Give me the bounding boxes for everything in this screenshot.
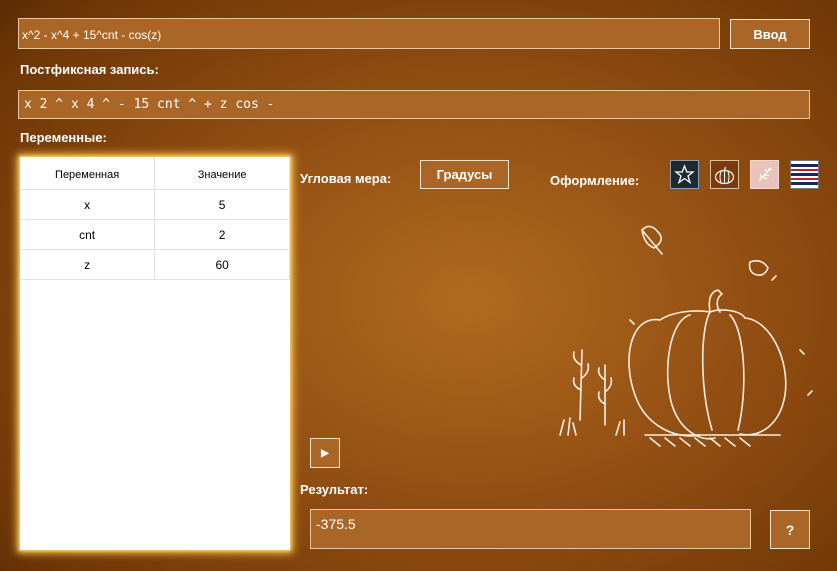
variables-label: Переменные:: [20, 130, 107, 145]
variable-name-cell[interactable]: cnt: [20, 219, 156, 250]
postfix-field: x 2 ^ x 4 ^ - 15 cnt ^ + z cos -: [18, 90, 810, 119]
pumpkin-illustration: [559, 225, 813, 447]
play-button[interactable]: ▶: [310, 438, 340, 468]
variable-value-cell[interactable]: 60: [154, 249, 290, 280]
table-row[interactable]: x 5: [20, 189, 290, 220]
table-row[interactable]: z 60: [20, 249, 290, 280]
angle-measure-label: Угловая мера:: [300, 171, 392, 186]
variable-value-cell[interactable]: 2: [154, 219, 290, 250]
play-icon: ▶: [321, 447, 329, 459]
expression-input[interactable]: x^2 - x^4 + 15^cnt - cos(z): [18, 18, 720, 49]
enter-button[interactable]: Ввод: [730, 19, 810, 49]
help-button[interactable]: ?: [770, 510, 810, 549]
result-label: Результат:: [300, 482, 369, 497]
theme-label: Оформление:: [550, 173, 640, 188]
column-header-value: Значение: [154, 157, 290, 190]
variables-table[interactable]: Переменная Значение x 5 cnt 2 z 60: [20, 157, 290, 550]
postfix-label: Постфиксная запись:: [20, 62, 159, 77]
star-theme-icon[interactable]: [670, 160, 699, 189]
column-header-variable: Переменная: [20, 157, 156, 190]
stripes-theme-icon[interactable]: [790, 160, 819, 189]
variable-value-cell[interactable]: 5: [154, 189, 290, 220]
table-header-row: Переменная Значение: [20, 157, 290, 190]
variable-name-cell[interactable]: z: [20, 249, 156, 280]
angle-measure-button[interactable]: Градусы: [420, 160, 509, 189]
result-field: -375.5: [310, 509, 751, 549]
floral-theme-icon[interactable]: [750, 160, 779, 189]
table-row[interactable]: cnt 2: [20, 219, 290, 250]
pumpkin-theme-icon[interactable]: [710, 160, 739, 189]
variable-name-cell[interactable]: x: [20, 189, 156, 220]
